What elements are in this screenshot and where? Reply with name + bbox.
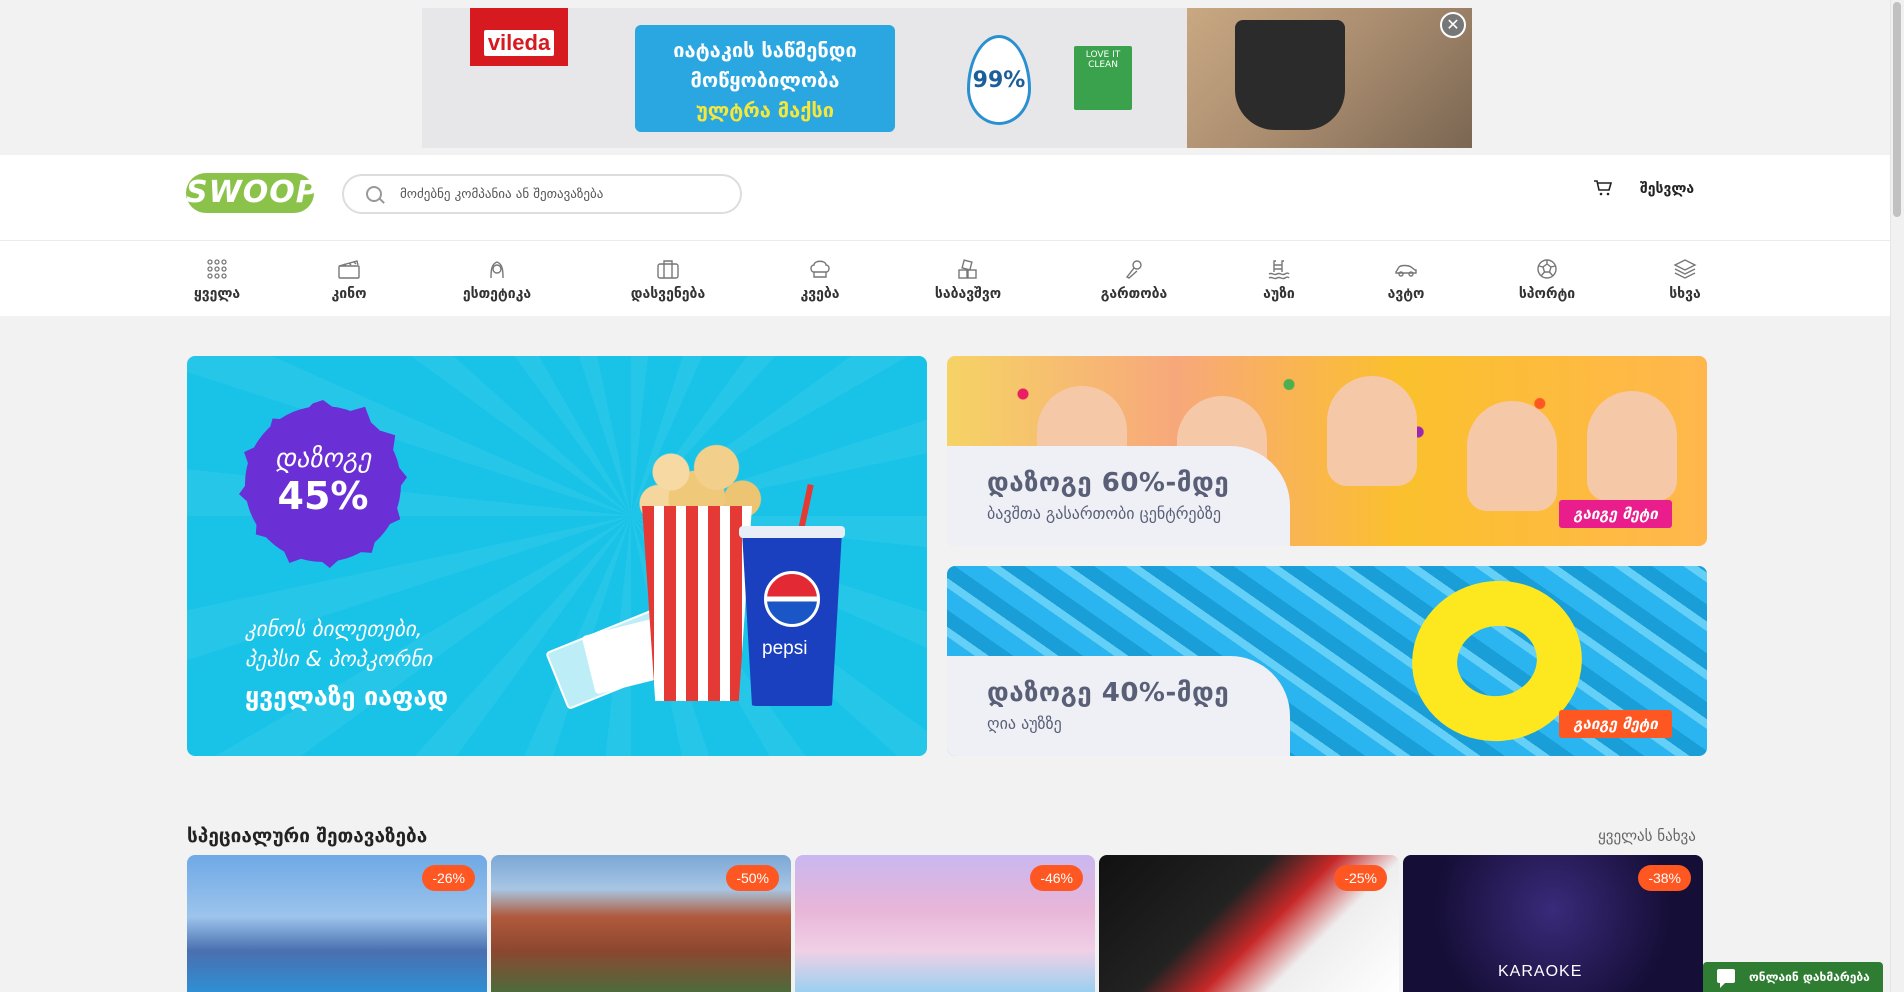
pepsi-logo — [764, 571, 820, 627]
hero-line1: კინოს ბილეთები, — [245, 617, 423, 641]
hero-line2: პეპსი & პოპკორნი — [245, 647, 433, 671]
category-all[interactable]: ყველა — [187, 258, 247, 302]
chef-hat-icon — [808, 258, 832, 280]
discount-badge: -38% — [1638, 865, 1691, 891]
discount-badge: დაზოგე 45% — [245, 406, 401, 562]
category-label: კვება — [800, 286, 840, 302]
category-label: სხვა — [1669, 286, 1701, 302]
chat-icon — [1717, 969, 1735, 988]
chat-label: ონლაინ დახმარება — [1749, 970, 1870, 984]
category-food[interactable]: კვება — [795, 258, 845, 302]
learn-more-button[interactable]: გაიგე მეტი — [1559, 500, 1672, 528]
search-input[interactable] — [400, 186, 730, 202]
category-aesthetics[interactable]: ესთეტიკა — [455, 258, 539, 302]
promo-subtitle: ღია აუზზე — [987, 714, 1062, 733]
hero-text: კინოს ბილეთები, პეპსი & პოპკორნი ყველაზე… — [245, 614, 448, 711]
face-icon — [485, 258, 509, 280]
site-header: SWOOP შესვლა — [0, 155, 1890, 241]
cart-icon[interactable] — [1593, 180, 1613, 196]
page-scrollbar[interactable] — [1890, 0, 1904, 992]
badge-label: დაზოგე — [274, 444, 372, 474]
category-label: საბავშვო — [934, 286, 1002, 302]
promo-kids-banner[interactable]: დაზოგე 60%-მდე ბავშთა გასართობი ცენტრებზ… — [947, 356, 1707, 546]
microphone-icon — [1122, 258, 1146, 280]
promo-title: დაზოგე 60%-მდე — [987, 468, 1230, 498]
promo-subtitle: ბავშთა გასართობი ცენტრებზე — [987, 504, 1221, 523]
bucket-image — [1235, 20, 1345, 130]
category-label: დასვენება — [630, 286, 706, 302]
login-link[interactable]: შესვლა — [1640, 181, 1694, 197]
live-chat-button[interactable]: ონლაინ დახმარება — [1703, 962, 1883, 992]
ad-banner-area: vileda იატაკის საწმენდი მოწყობილობა ულტრ… — [0, 0, 1890, 155]
discount-badge: -25% — [1334, 865, 1387, 891]
clapperboard-icon — [337, 258, 361, 280]
swoop-logo[interactable]: SWOOP — [186, 173, 318, 213]
discount-badge: -46% — [1030, 865, 1083, 891]
category-cinema[interactable]: კინო — [326, 258, 372, 302]
kid-image — [1467, 401, 1557, 511]
category-label: აუზი — [1263, 286, 1295, 302]
search-icon — [366, 186, 382, 202]
karaoke-caption: KARAOKE — [1498, 963, 1583, 980]
promo-title: დაზოგე 40%-მდე — [987, 678, 1230, 708]
offer-card[interactable]: -25% — [1099, 855, 1399, 992]
ad-banner[interactable]: vileda იატაკის საწმენდი მოწყობილობა ულტრ… — [422, 8, 1472, 148]
ad-eco-badge: LOVE IT CLEAN — [1074, 46, 1132, 110]
ad-drop-badge: 99% — [967, 35, 1031, 125]
cup-lid-image — [739, 526, 845, 538]
badge-value: 45% — [277, 474, 369, 518]
grid-icon — [205, 258, 229, 280]
suitcase-icon — [656, 258, 680, 280]
offer-card[interactable]: -38% KARAOKE — [1403, 855, 1703, 992]
promo-card: დაზოგე 40%-მდე ღია აუზზე — [947, 656, 1290, 756]
learn-more-button[interactable]: გაიგე მეტი — [1559, 710, 1672, 738]
car-icon — [1394, 258, 1418, 280]
promo-card: დაზოგე 60%-მდე ბავშთა გასართობი ცენტრებზ… — [947, 446, 1290, 546]
category-sport[interactable]: სპორტი — [1514, 258, 1580, 302]
category-entertainment[interactable]: გართობა — [1093, 258, 1175, 302]
category-label: სპორტი — [1518, 286, 1576, 302]
ad-brand-logo: vileda — [470, 8, 568, 66]
offer-card[interactable]: -26% — [187, 855, 487, 992]
ad-headline-line1: იატაკის საწმენდი — [673, 38, 857, 62]
hero-cinema-banner[interactable]: დაზოგე 45% კინოს ბილეთები, პეპსი & პოპკო… — [187, 356, 927, 756]
discount-badge: -50% — [726, 865, 779, 891]
category-label: ყველა — [193, 286, 241, 302]
ad-close-button[interactable]: ✕ — [1440, 12, 1466, 38]
hero-line3: ყველაზე იაფად — [245, 682, 449, 711]
search-bar[interactable] — [342, 174, 742, 214]
ad-product-photo — [1187, 8, 1472, 148]
category-kids[interactable]: საბავშვო — [928, 258, 1008, 302]
kid-image — [1587, 391, 1677, 501]
category-pool[interactable]: აუზი — [1258, 258, 1300, 302]
category-vacation[interactable]: დასვენება — [622, 258, 714, 302]
category-other[interactable]: სხვა — [1665, 258, 1705, 302]
layers-icon — [1673, 258, 1697, 280]
section-title: სპეციალური შეთავაზება — [187, 825, 428, 847]
category-label: ესთეტიკა — [462, 286, 532, 302]
kid-image — [1327, 376, 1417, 486]
category-nav: ყველა კინო ესთეტიკა დასვენება კვება საბა… — [0, 241, 1890, 316]
ad-headline-line2: მოწყობილობა — [690, 68, 840, 92]
category-label: ავტო — [1387, 286, 1425, 302]
discount-badge: -26% — [422, 865, 475, 891]
category-label: გართობა — [1100, 286, 1168, 302]
ad-headline-line3: ულტრა მაქსი — [695, 98, 835, 122]
ball-icon — [1535, 258, 1559, 280]
offer-card[interactable]: -50% — [491, 855, 791, 992]
pool-icon — [1267, 258, 1291, 280]
offer-card[interactable]: -46% — [795, 855, 1095, 992]
pepsi-wordmark: pepsi — [762, 638, 808, 659]
category-auto[interactable]: ავტო — [1383, 258, 1429, 302]
popcorn-box-image — [642, 506, 752, 701]
toy-blocks-icon — [956, 258, 980, 280]
category-label: კინო — [331, 286, 367, 302]
ad-headline-box: იატაკის საწმენდი მოწყობილობა ულტრა მაქსი — [635, 25, 895, 132]
scrollbar-thumb[interactable] — [1893, 2, 1901, 217]
see-all-link[interactable]: ყველას ნახვა — [1598, 827, 1696, 845]
promo-pool-banner[interactable]: დაზოგე 40%-მდე ღია აუზზე გაიგე მეტი — [947, 566, 1707, 756]
